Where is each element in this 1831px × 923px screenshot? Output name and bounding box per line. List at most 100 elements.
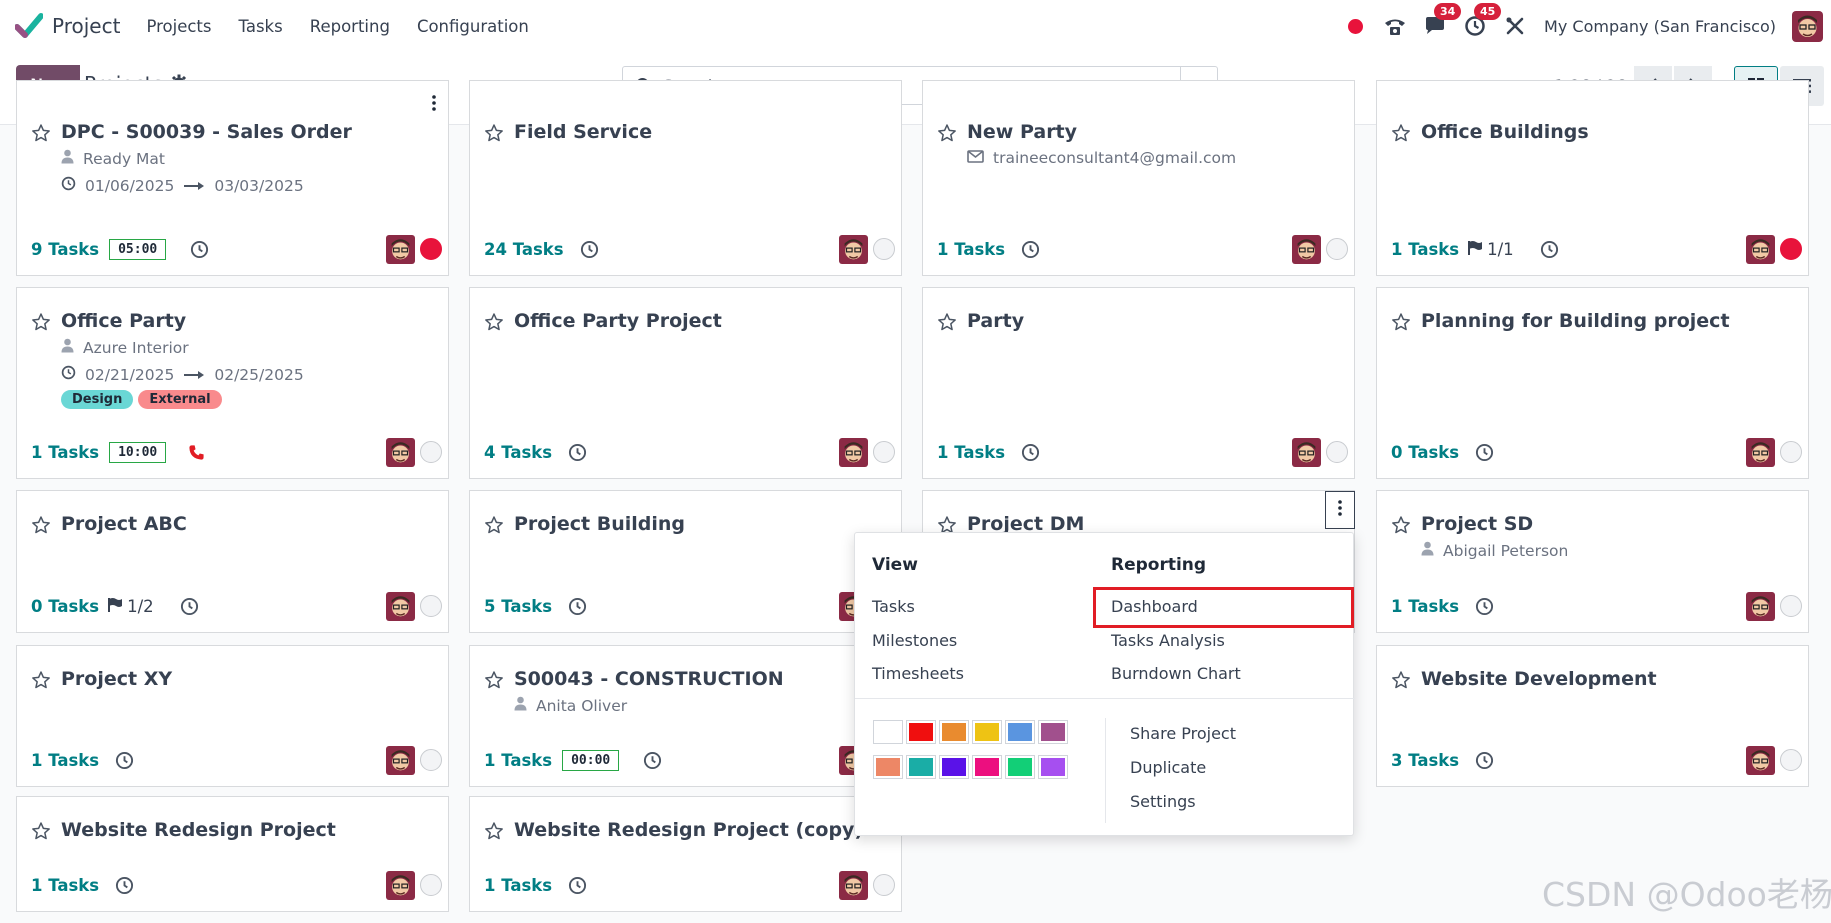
tasks-count[interactable]: 0 Tasks (1391, 443, 1459, 462)
favorite-star-icon[interactable] (937, 312, 957, 336)
activity-clock-icon[interactable] (1475, 442, 1495, 462)
activity-clock-icon[interactable]: 45 (1462, 3, 1502, 39)
favorite-star-icon[interactable] (484, 670, 504, 694)
duplicate-item[interactable]: Duplicate (1130, 758, 1206, 777)
favorite-star-icon[interactable] (1391, 515, 1411, 539)
color-swatch[interactable] (939, 755, 969, 779)
project-card[interactable]: Website Redesign Project 1 Tasks (16, 796, 449, 912)
activity-clock-icon[interactable] (115, 875, 135, 895)
assignee-avatar[interactable] (386, 592, 415, 621)
activity-clock-icon[interactable] (568, 596, 588, 616)
project-card[interactable]: DPC - S00039 - Sales Order Ready Mat 01/06… (16, 80, 449, 276)
favorite-star-icon[interactable] (484, 312, 504, 336)
assignee-avatar[interactable] (839, 235, 868, 264)
tasks-count[interactable]: 1 Tasks (31, 443, 99, 462)
menu-tasks[interactable]: Tasks (239, 17, 283, 36)
tasks-count[interactable]: 4 Tasks (484, 443, 552, 462)
color-swatch[interactable] (906, 720, 936, 744)
project-card[interactable]: Project Building 5 Tasks (469, 490, 902, 633)
tasks-count[interactable]: 3 Tasks (1391, 751, 1459, 770)
status-indicator[interactable] (1780, 595, 1802, 617)
assignee-avatar[interactable] (1746, 592, 1775, 621)
menu-configuration[interactable]: Configuration (417, 17, 529, 36)
favorite-star-icon[interactable] (1391, 312, 1411, 336)
assignee-avatar[interactable] (1746, 235, 1775, 264)
assignee-avatar[interactable] (1292, 438, 1321, 467)
color-swatch[interactable] (873, 755, 903, 779)
status-indicator[interactable] (420, 874, 442, 896)
tasks-count[interactable]: 24 Tasks (484, 240, 564, 259)
project-card[interactable]: Website Development 3 Tasks (1376, 645, 1809, 787)
assignee-avatar[interactable] (386, 871, 415, 900)
status-indicator[interactable] (420, 749, 442, 771)
tasks-count[interactable]: 1 Tasks (31, 751, 99, 770)
status-indicator[interactable] (873, 238, 895, 260)
color-swatch[interactable] (1005, 720, 1035, 744)
reporting-burndown-chart-item[interactable]: Burndown Chart (1111, 664, 1241, 683)
activity-clock-icon[interactable] (580, 239, 600, 259)
assignee-avatar[interactable] (386, 235, 415, 264)
tasks-count[interactable]: 0 Tasks (31, 597, 99, 616)
color-swatch[interactable] (873, 720, 903, 744)
tasks-count[interactable]: 1 Tasks (937, 443, 1005, 462)
color-swatch[interactable] (1038, 755, 1068, 779)
tasks-count[interactable]: 9 Tasks (31, 240, 99, 259)
project-card[interactable]: New Party traineeconsultant4@gmail.com 1 T… (922, 80, 1355, 276)
activity-clock-icon[interactable] (1475, 750, 1495, 770)
menu-projects[interactable]: Projects (146, 17, 211, 36)
project-card[interactable]: Website Redesign Project (copy) 1 Tasks (469, 796, 902, 912)
activity-clock-icon[interactable] (1475, 596, 1495, 616)
color-swatch[interactable] (1005, 755, 1035, 779)
activity-clock-icon[interactable] (115, 750, 135, 770)
tasks-count[interactable]: 1 Tasks (1391, 240, 1459, 259)
favorite-star-icon[interactable] (484, 123, 504, 147)
tasks-count[interactable]: 1 Tasks (937, 240, 1005, 259)
tag-external[interactable]: External (138, 390, 222, 409)
color-swatch[interactable] (1038, 720, 1068, 744)
tasks-count[interactable]: 1 Tasks (484, 751, 552, 770)
status-indicator[interactable] (1780, 238, 1802, 260)
share-project-item[interactable]: Share Project (1130, 724, 1236, 743)
status-indicator[interactable] (420, 595, 442, 617)
company-switcher[interactable]: My Company (San Francisco) (1544, 17, 1776, 36)
project-card[interactable]: Project ABC 0 Tasks 1/2 (16, 490, 449, 633)
status-indicator[interactable] (420, 441, 442, 463)
color-swatch[interactable] (972, 755, 1002, 779)
project-card[interactable]: S00043 - CONSTRUCTION Anita Oliver 1 Tasks… (469, 645, 902, 787)
project-card[interactable]: Project SD Abigail Peterson 1 Tasks (1376, 490, 1809, 633)
favorite-star-icon[interactable] (1391, 670, 1411, 694)
project-card[interactable]: Office Buildings 1 Tasks 1/1 (1376, 80, 1809, 276)
status-indicator[interactable] (1326, 441, 1348, 463)
activity-clock-icon[interactable] (180, 596, 200, 616)
project-card[interactable]: Office Party Project 4 Tasks (469, 287, 902, 479)
status-indicator[interactable] (1326, 238, 1348, 260)
project-card[interactable]: Project XY 1 Tasks (16, 645, 449, 787)
tasks-count[interactable]: 1 Tasks (1391, 597, 1459, 616)
status-indicator[interactable] (873, 874, 895, 896)
user-avatar[interactable] (1792, 10, 1823, 42)
record-dot-icon[interactable] (1342, 13, 1368, 39)
favorite-star-icon[interactable] (484, 821, 504, 845)
view-timesheets-item[interactable]: Timesheets (872, 664, 964, 683)
assignee-avatar[interactable] (1292, 235, 1321, 264)
favorite-star-icon[interactable] (31, 821, 51, 845)
assignee-avatar[interactable] (1746, 746, 1775, 775)
favorite-star-icon[interactable] (31, 123, 51, 147)
favorite-star-icon[interactable] (484, 515, 504, 539)
project-card[interactable]: Party 1 Tasks (922, 287, 1355, 479)
reporting-tasks-analysis-item[interactable]: Tasks Analysis (1111, 631, 1225, 650)
favorite-star-icon[interactable] (31, 312, 51, 336)
tag-design[interactable]: Design (61, 390, 134, 409)
activity-clock-icon[interactable] (1021, 239, 1041, 259)
activity-clock-icon[interactable] (1540, 239, 1560, 259)
activity-clock-icon[interactable] (1021, 442, 1041, 462)
favorite-star-icon[interactable] (31, 670, 51, 694)
menu-reporting[interactable]: Reporting (310, 17, 390, 36)
project-card[interactable]: Field Service 24 Tasks (469, 80, 902, 276)
view-milestones-item[interactable]: Milestones (872, 631, 957, 650)
assignee-avatar[interactable] (839, 438, 868, 467)
assignee-avatar[interactable] (1746, 438, 1775, 467)
tasks-count[interactable]: 5 Tasks (484, 597, 552, 616)
favorite-star-icon[interactable] (937, 123, 957, 147)
assignee-avatar[interactable] (839, 871, 868, 900)
